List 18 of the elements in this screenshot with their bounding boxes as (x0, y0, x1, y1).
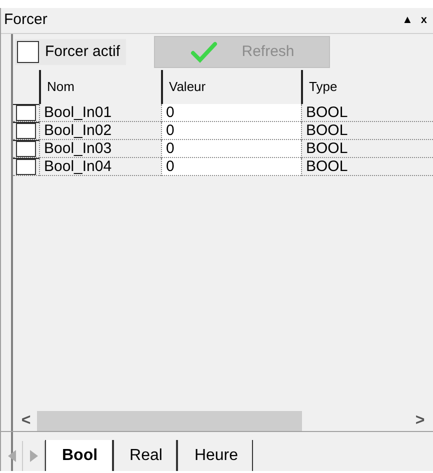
scroll-right-button[interactable]: > (413, 409, 427, 433)
value-field[interactable]: 0 (161, 158, 301, 176)
value-field[interactable]: 0 (161, 104, 301, 122)
tab[interactable]: Real (112, 440, 178, 471)
collapse-button[interactable]: ▲ (402, 12, 413, 29)
table-cell: BOOL (301, 158, 433, 176)
table-cell: BOOL (301, 140, 433, 158)
table-cell: BOOL (301, 104, 433, 122)
table-cell: BOOL (301, 122, 433, 140)
tab[interactable]: Bool (45, 440, 113, 471)
scroll-left-button[interactable]: < (19, 409, 33, 433)
close-button[interactable]: x (420, 12, 427, 29)
tab[interactable]: Heure (177, 440, 254, 471)
horizontal-scrollbar[interactable]: < > (13, 411, 433, 431)
force-active-checkbox[interactable]: Forcer actif (15, 38, 126, 66)
value-field[interactable]: 0 (161, 140, 301, 158)
panel-title: Forcer (4, 10, 48, 30)
value-field[interactable]: 0 (161, 122, 301, 140)
